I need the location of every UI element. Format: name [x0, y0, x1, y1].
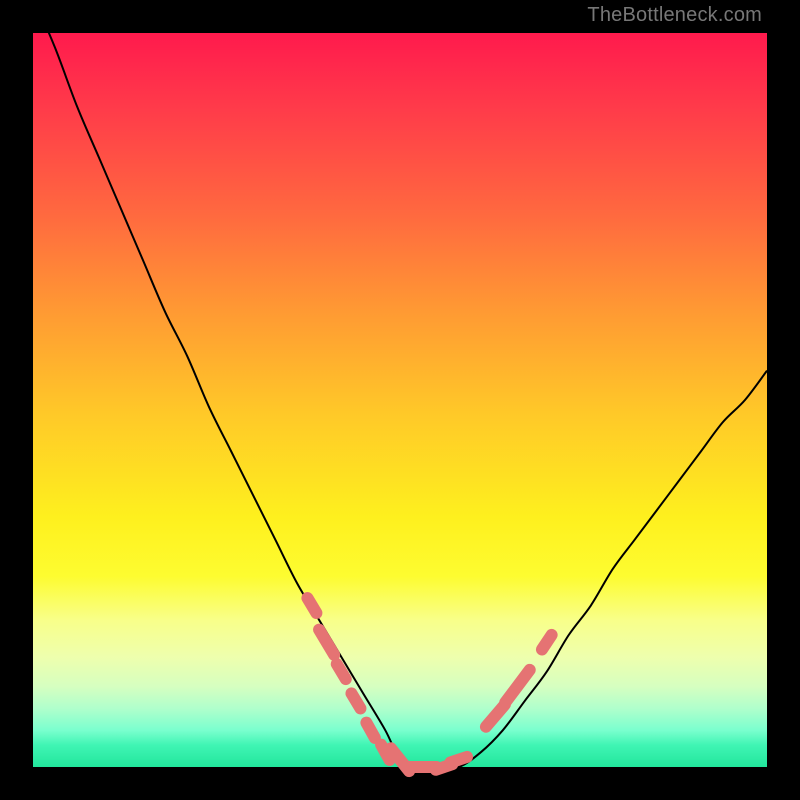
watermark-text: TheBottleneck.com	[587, 4, 762, 27]
chart-plot-area	[33, 33, 767, 767]
curve-marker	[534, 627, 560, 658]
curve-marker	[311, 621, 343, 663]
curve-marker	[497, 661, 538, 711]
curve-line	[33, 0, 767, 768]
curve-marker	[343, 685, 368, 716]
curve-marker	[299, 590, 324, 621]
bottleneck-curve	[33, 33, 767, 767]
